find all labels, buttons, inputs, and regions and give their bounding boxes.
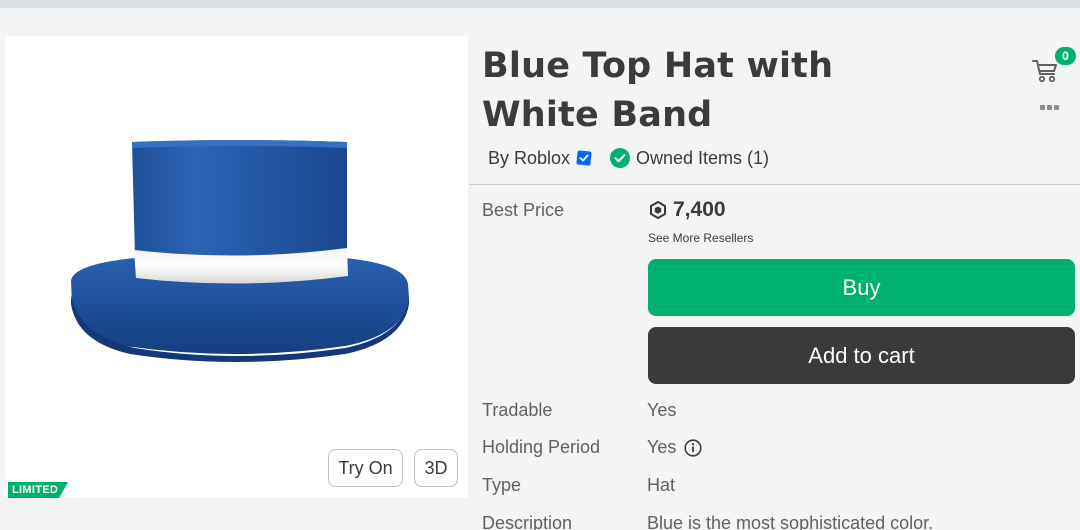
description-value: Blue is the most sophisticated color. xyxy=(647,513,934,530)
price-value: 7,400 xyxy=(649,197,726,223)
tradable-value: Yes xyxy=(647,400,677,420)
more-icon[interactable] xyxy=(1040,100,1062,114)
check-circle-icon xyxy=(610,148,630,168)
price-amount: 7,400 xyxy=(673,198,726,221)
cart-count-badge: 0 xyxy=(1053,45,1078,67)
owned-items-text: Owned Items (1) xyxy=(636,147,770,168)
creator-link[interactable]: Roblox xyxy=(514,148,570,169)
buy-button[interactable]: Buy xyxy=(648,259,1075,316)
details-divider xyxy=(469,184,1080,185)
holding-period-row: Yes xyxy=(647,437,702,458)
item-thumbnail xyxy=(71,140,409,362)
by-label: By xyxy=(488,147,510,168)
robux-icon xyxy=(650,201,666,219)
item-title: Blue Top Hat with White Band xyxy=(482,46,834,135)
type-label: Type xyxy=(482,475,522,495)
3d-view-button[interactable]: 3D xyxy=(414,449,458,487)
item-thumbnail-panel: Try On 3D LIMITED xyxy=(5,36,468,498)
best-price-label: Best Price xyxy=(482,200,565,220)
holding-period-value: Yes xyxy=(647,437,677,457)
verified-icon xyxy=(576,150,592,166)
description-label: Description xyxy=(482,513,573,530)
creator-byline: By Roblox xyxy=(488,147,592,169)
try-on-button[interactable]: Try On xyxy=(328,449,403,487)
limited-badge: LIMITED xyxy=(8,482,69,498)
top-bar xyxy=(0,0,1080,8)
holding-period-label: Holding Period xyxy=(482,437,601,457)
owned-items-link[interactable]: Owned Items (1) xyxy=(610,147,769,169)
see-more-resellers-link[interactable]: See More Resellers xyxy=(648,231,753,245)
info-icon[interactable] xyxy=(684,438,702,457)
add-to-cart-button[interactable]: Add to cart xyxy=(648,327,1075,384)
tradable-label: Tradable xyxy=(482,400,553,420)
type-value: Hat xyxy=(647,475,676,495)
